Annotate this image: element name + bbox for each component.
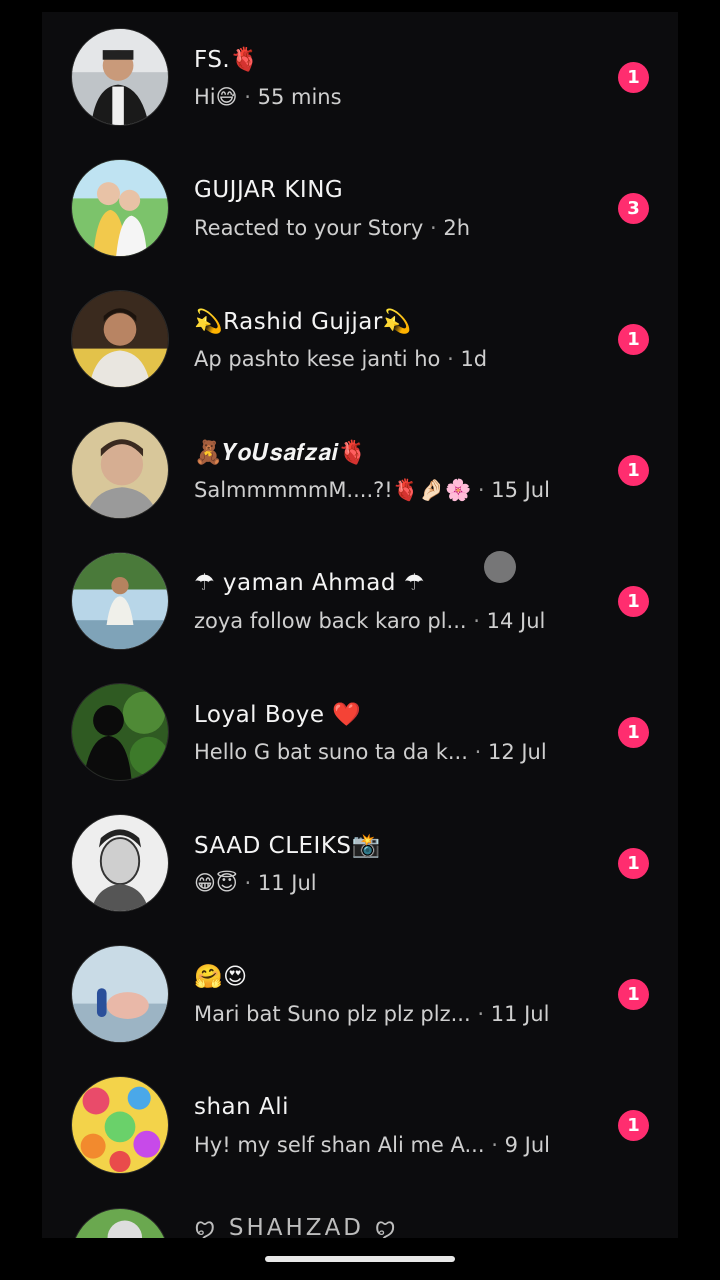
separator: · [473, 609, 480, 633]
touch-indicator [484, 551, 516, 583]
message-preview: Hello G bat suno ta da k... · 12 Jul [194, 740, 547, 764]
conversation-row[interactable]: ☂ yaman Ahmad ☂ zoya follow back karo pl… [42, 536, 678, 667]
avatar-photo [72, 1077, 168, 1173]
message-preview: Reacted to your Story · 2h [194, 216, 470, 240]
separator: · [447, 347, 454, 371]
preview-text: zoya follow back karo pl... [194, 609, 467, 633]
unread-badge: 1 [618, 1110, 649, 1141]
preview-text: Ap pashto kese janti ho [194, 347, 441, 371]
avatar[interactable] [71, 159, 169, 257]
separator: · [244, 85, 251, 109]
avatar-photo [72, 684, 168, 780]
unread-badge: 1 [618, 586, 649, 617]
separator: · [491, 1133, 498, 1157]
message-preview: zoya follow back karo pl... · 14 Jul [194, 609, 545, 633]
contact-name: 💫Rashid Gujjar💫 [194, 309, 412, 335]
preview-text: Reacted to your Story [194, 216, 424, 240]
conversation-row[interactable]: 🧸𝒀𝒐𝑼𝒔𝒂𝒇𝒛𝒂𝒊🫀 SalmmmmmM....?!🫀🤌🏻🌸 · 15 Jul… [42, 405, 678, 536]
avatar-photo [72, 29, 168, 125]
preview-text: 😁😇 [194, 871, 238, 895]
timestamp: 15 Jul [491, 478, 550, 502]
separator: · [244, 871, 252, 895]
conversation-row[interactable]: 🤗😍 Mari bat Suno plz plz plz... · 11 Jul… [42, 929, 678, 1060]
home-indicator[interactable] [265, 1256, 455, 1262]
avatar-photo [72, 160, 168, 256]
unread-badge: 1 [618, 455, 649, 486]
avatar-photo [72, 1209, 168, 1238]
avatar[interactable] [71, 814, 169, 912]
avatar[interactable] [71, 28, 169, 126]
avatar[interactable] [71, 290, 169, 388]
message-preview: Mari bat Suno plz plz plz... · 11 Jul [194, 1002, 549, 1026]
message-preview: Hy! my self shan Ali me A... · 9 Jul [194, 1133, 550, 1157]
contact-name: ꨄ SHAHZAD ꨄ [194, 1215, 399, 1238]
conversation-row[interactable]: FS.🫀 Hi😅 · 55 mins 1 [42, 12, 678, 143]
timestamp: 11 Jul [257, 871, 317, 895]
contact-name: SAAD CLEIKS📸 [194, 833, 381, 859]
avatar-photo [72, 553, 168, 649]
contact-name: GUJJAR KING [194, 177, 344, 203]
avatar[interactable] [71, 1208, 169, 1238]
avatar-photo [72, 946, 168, 1042]
avatar[interactable] [71, 683, 169, 781]
message-list: FS.🫀 Hi😅 · 55 mins 1 GUJJAR KING Reacted… [42, 12, 678, 1238]
unread-badge: 1 [618, 717, 649, 748]
conversation-row[interactable]: SAAD CLEIKS📸 😁😇 · 11 Jul 1 [42, 798, 678, 929]
conversation-row-partial[interactable]: ꨄ SHAHZAD ꨄ [42, 1202, 678, 1238]
avatar-photo [72, 815, 168, 911]
unread-badge: 3 [618, 193, 649, 224]
timestamp: 55 mins [257, 85, 342, 109]
timestamp: 11 Jul [490, 1002, 550, 1026]
conversation-row[interactable]: 💫Rashid Gujjar💫 Ap pashto kese janti ho … [42, 274, 678, 405]
conversation-row[interactable]: Loyal Boye ❤️ Hello G bat suno ta da k..… [42, 667, 678, 798]
avatar-photo [72, 291, 168, 387]
contact-name: FS.🫀 [194, 47, 260, 73]
preview-text: Hi😅 [194, 85, 238, 109]
avatar[interactable] [71, 421, 169, 519]
preview-text: Hello G bat suno ta da k... [194, 740, 468, 764]
avatar[interactable] [71, 552, 169, 650]
message-preview: SalmmmmmM....?!🫀🤌🏻🌸 · 15 Jul [194, 478, 550, 503]
preview-text: Mari bat Suno plz plz plz... [194, 1002, 471, 1026]
contact-name: 🤗😍 [194, 964, 248, 990]
unread-badge: 1 [618, 324, 649, 355]
message-preview: 😁😇 · 11 Jul [194, 871, 317, 895]
conversation-row[interactable]: GUJJAR KING Reacted to your Story · 2h 3 [42, 143, 678, 274]
timestamp: 9 Jul [504, 1133, 550, 1157]
timestamp: 2h [443, 216, 471, 240]
timestamp: 12 Jul [487, 740, 547, 764]
separator: · [429, 216, 437, 240]
contact-name: shan Ali [194, 1094, 290, 1120]
message-preview: Hi😅 · 55 mins [194, 85, 342, 109]
separator: · [477, 478, 485, 502]
separator: · [474, 740, 482, 764]
message-preview: Ap pashto kese janti ho · 1d [194, 347, 487, 371]
separator: · [477, 1002, 485, 1026]
contact-name: Loyal Boye ❤️ [194, 702, 362, 728]
preview-text: SalmmmmmM....?!🫀🤌🏻🌸 [194, 478, 472, 502]
timestamp: 14 Jul [486, 609, 546, 633]
avatar[interactable] [71, 945, 169, 1043]
unread-badge: 1 [618, 848, 649, 879]
conversation-row[interactable]: shan Ali Hy! my self shan Ali me A... · … [42, 1060, 678, 1191]
contact-name: ☂ yaman Ahmad ☂ [194, 570, 425, 596]
contact-name: 🧸𝒀𝒐𝑼𝒔𝒂𝒇𝒛𝒂𝒊🫀 [194, 440, 368, 466]
unread-badge: 1 [618, 62, 649, 93]
avatar[interactable] [71, 1076, 169, 1174]
avatar-photo [72, 422, 168, 518]
preview-text: Hy! my self shan Ali me A... [194, 1133, 485, 1157]
unread-badge: 1 [618, 979, 649, 1010]
timestamp: 1d [460, 347, 488, 371]
